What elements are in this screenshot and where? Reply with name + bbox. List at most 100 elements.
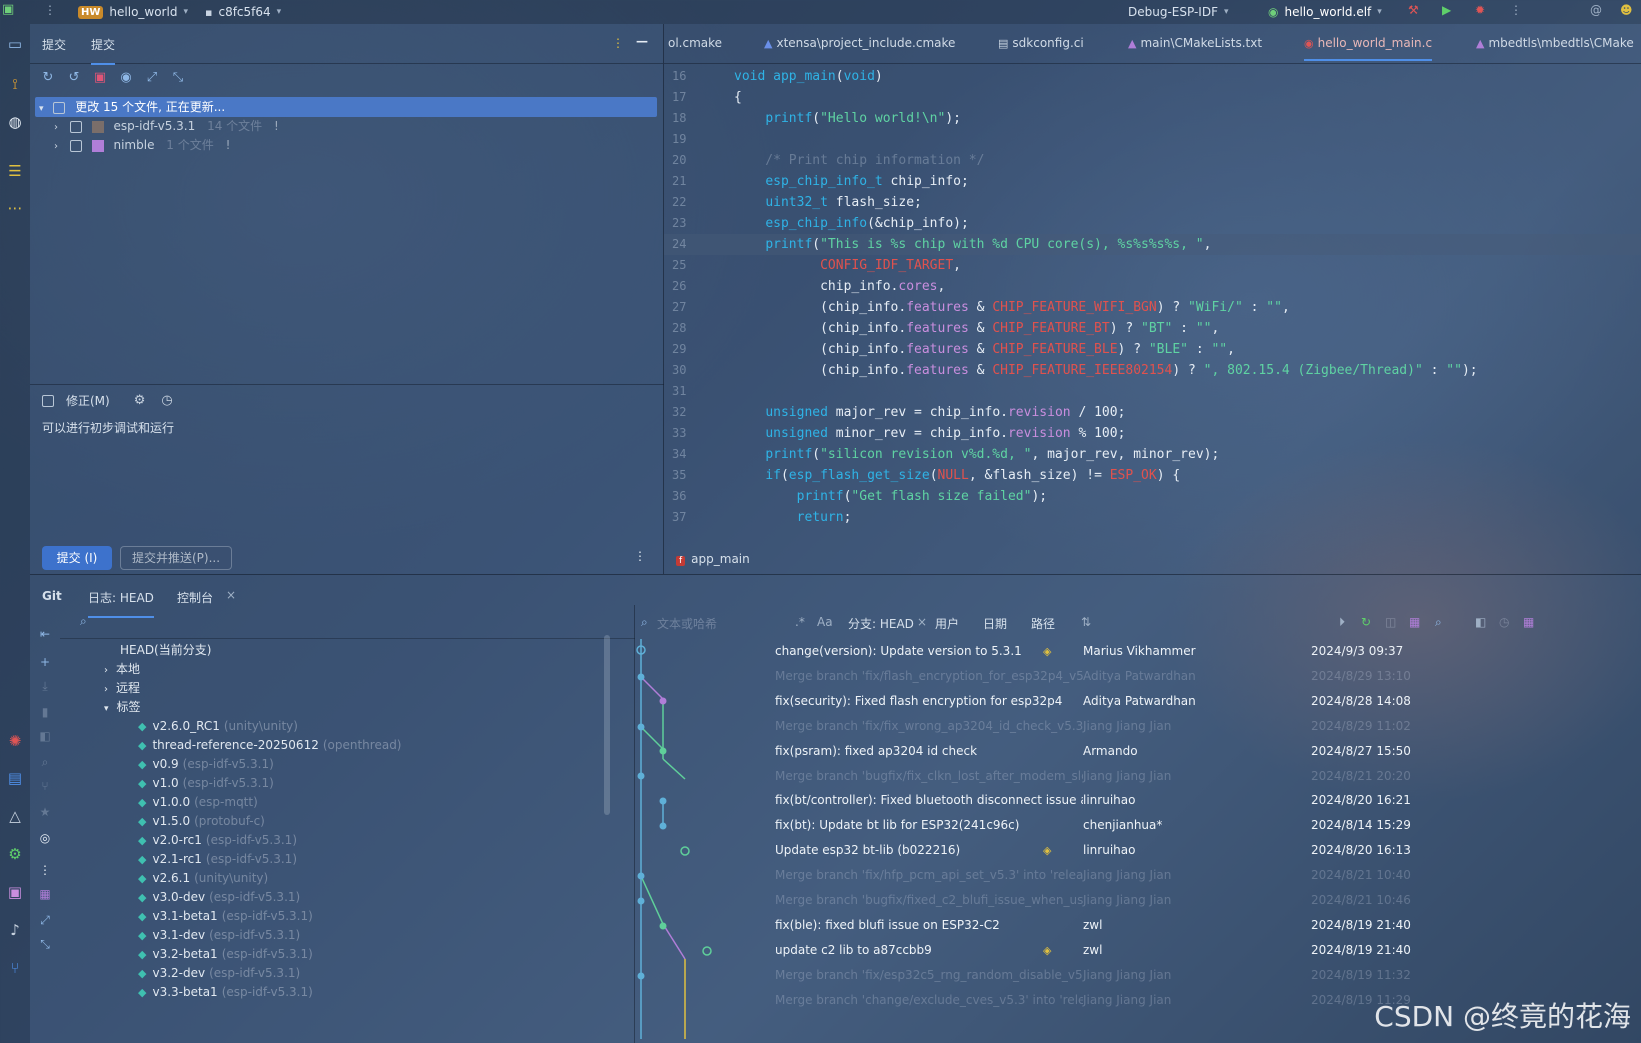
build-icon[interactable]: ⚒	[1408, 3, 1419, 17]
commit-row[interactable]: fix(bt): Update bt lib for ESP32(241c96c…	[635, 813, 1641, 838]
layout-icon[interactable]: ▦	[1523, 615, 1534, 629]
more-options-icon[interactable]: ⋮	[634, 549, 646, 563]
tab-commit-1[interactable]: 提交	[42, 36, 66, 53]
tree-group-remote[interactable]: › 远程	[104, 679, 140, 698]
delete-icon[interactable]: ▮	[30, 705, 60, 719]
commit-tool-icon[interactable]: ⟟	[0, 72, 30, 96]
search-icon[interactable]: ⌕	[30, 755, 60, 770]
add-icon[interactable]: +	[30, 655, 60, 669]
project-selector[interactable]: HW hello_world ▾	[78, 0, 188, 24]
collapse-icon[interactable]: ⤡	[170, 70, 186, 85]
close-icon[interactable]: ×	[226, 588, 236, 602]
search-icon[interactable]: ⌕	[1435, 615, 1442, 630]
more-icon[interactable]: ⋮	[1510, 3, 1522, 17]
item-checkbox[interactable]	[69, 139, 82, 152]
commit-row[interactable]: fix(psram): fixed ap3204 id check Armando…	[635, 739, 1641, 764]
compare-icon[interactable]: ◫	[1385, 615, 1396, 629]
tag-item[interactable]: ◆ v2.6.1 (unity\unity)	[138, 869, 268, 888]
list-item[interactable]: › nimble 1 个文件 !	[54, 135, 230, 155]
target-icon[interactable]: ◎	[30, 831, 60, 845]
code-line[interactable]: 36 printf("Get flash size failed");	[664, 486, 1641, 507]
commit-button[interactable]: 提交 (I)	[42, 546, 112, 570]
chat-icon[interactable]: ▤	[0, 766, 30, 790]
code-line[interactable]: 23 esp_chip_info(&chip_info);	[664, 213, 1641, 234]
tab-mbedtls[interactable]: ▲ mbedtls\mbedtls\CMake	[1476, 36, 1634, 50]
spiral-icon[interactable]: @	[1590, 3, 1602, 17]
code-line[interactable]: 28 (chip_info.features & CHIP_FEATURE_BT…	[664, 318, 1641, 339]
code-line[interactable]: 18 printf("Hello world!\n");	[664, 108, 1641, 129]
commit-row[interactable]: update c2 lib to a87ccbb9 ◈ zwl 2024/8/19 2…	[635, 938, 1641, 963]
code-line[interactable]: 33 unsigned minor_rev = chip_info.revisi…	[664, 423, 1641, 444]
scrollbar[interactable]	[604, 635, 610, 815]
commit-push-button[interactable]: 提交并推送(P)...	[120, 546, 232, 570]
shelve-icon[interactable]: ▣	[92, 70, 108, 85]
match-case-toggle[interactable]: Aa	[817, 615, 833, 629]
commit-row[interactable]: Merge branch 'bugfix/fixed_c2_blufi_issu…	[635, 888, 1641, 913]
collapse-icon[interactable]: ⤡	[30, 937, 60, 952]
tab-console[interactable]: 控制台	[177, 589, 213, 606]
regex-icon[interactable]: .*	[795, 615, 805, 629]
code-line[interactable]: 19	[664, 129, 1641, 150]
code-line[interactable]: 27 (chip_info.features & CHIP_FEATURE_WI…	[664, 297, 1641, 318]
refresh-icon[interactable]: ↻	[40, 70, 56, 85]
user-icon[interactable]: ☻	[1620, 3, 1633, 17]
tag-item[interactable]: ◆ thread-reference-20250612 (openthread)	[138, 736, 402, 755]
grid-icon[interactable]: ▦	[30, 887, 60, 901]
more-tools-icon[interactable]: ⋯	[0, 196, 30, 220]
tab-hello-world-main[interactable]: ◉ hello_world_main.c	[1304, 36, 1433, 61]
tag-item[interactable]: ◆ v1.0.0 (esp-mqtt)	[138, 793, 258, 812]
code-line[interactable]: 29 (chip_info.features & CHIP_FEATURE_BL…	[664, 339, 1641, 360]
tag-item[interactable]: ◆ v3.0-dev (esp-idf-v5.3.1)	[138, 888, 300, 907]
git-branch-icon[interactable]: ⑂	[0, 956, 30, 980]
log-search-input[interactable]: 文本或哈希	[657, 615, 717, 632]
branch-search[interactable]: ⌕	[60, 605, 635, 639]
commit-row[interactable]: fix(security): Fixed flash encryption fo…	[635, 689, 1641, 714]
debug-icon[interactable]: ✹	[1475, 3, 1485, 17]
code-line[interactable]: 24 printf("This is %s chip with %d CPU c…	[664, 234, 1641, 255]
tab-git[interactable]: Git	[42, 589, 62, 603]
tree-group-tags[interactable]: ▾ 标签	[104, 698, 141, 717]
code-line[interactable]: 32 unsigned major_rev = chip_info.revisi…	[664, 402, 1641, 423]
branch-icon[interactable]: ⑂	[30, 779, 60, 793]
tag-item[interactable]: ◆ v1.0 (esp-idf-v5.3.1)	[138, 774, 274, 793]
commit-row[interactable]: fix(bt/controller): Fixed bluetooth disc…	[635, 788, 1641, 813]
tab-commit-2[interactable]: 提交	[91, 36, 116, 65]
details-icon[interactable]: ◧	[1475, 615, 1486, 629]
changes-checkbox[interactable]	[53, 101, 66, 114]
tag-item[interactable]: ◆ v2.1-rc1 (esp-idf-v5.3.1)	[138, 850, 297, 869]
expand-icon[interactable]: ⤢	[144, 70, 160, 85]
changes-row[interactable]: ▾ 更改 15 个文件, 正在更新...	[35, 97, 657, 117]
code-line[interactable]: 34 printf("silicon revision v%d.%d, ", m…	[664, 444, 1641, 465]
commit-message-input[interactable]: 可以进行初步调试和运行	[42, 419, 652, 549]
commit-row[interactable]: Update esp32 bt-lib (b022216) ◈ linruihao 2…	[635, 838, 1641, 863]
commit-row[interactable]: Merge branch 'fix/fix_wrong_ap3204_id_ch…	[635, 714, 1641, 739]
code-line[interactable]: 17 {	[664, 87, 1641, 108]
tab-cmakelists[interactable]: ▲ main\CMakeLists.txt	[1128, 36, 1262, 50]
filter-user[interactable]: 用户	[935, 615, 959, 632]
tab-cmake-2[interactable]: ▲ xtensa\project_include.cmake	[764, 36, 955, 50]
commit-row[interactable]: Merge branch 'bugfix/fix_clkn_lost_after…	[635, 764, 1641, 789]
settings-icon[interactable]: ⚙	[0, 842, 30, 866]
commit-row[interactable]: change(version): Update version to 5.3.1…	[635, 639, 1641, 664]
commit-row[interactable]: Merge branch 'fix/flash_encryption_for_e…	[635, 664, 1641, 689]
tag-item[interactable]: ◆ v3.1-beta1 (esp-idf-v5.3.1)	[138, 907, 313, 926]
run-icon[interactable]: ▶	[1442, 3, 1451, 17]
more-icon[interactable]: ⋮	[30, 863, 60, 877]
terminal-icon[interactable]: ▣	[0, 880, 30, 904]
rollback-icon[interactable]: ↺	[66, 70, 82, 85]
tree-head[interactable]: HEAD(当前分支)	[120, 641, 211, 660]
expand-icon[interactable]: ⤢	[30, 913, 60, 928]
item-checkbox[interactable]	[69, 120, 82, 133]
tab-sdkconfig[interactable]: ▤ sdkconfig.ci	[998, 36, 1084, 50]
build-config-selector[interactable]: Debug-ESP-IDF ▾	[1128, 0, 1229, 24]
history-icon[interactable]: ◷	[161, 393, 172, 408]
code-line[interactable]: 30 (chip_info.features & CHIP_FEATURE_IE…	[664, 360, 1641, 381]
commit-row[interactable]: Merge branch 'fix/esp32c5_rng_random_dis…	[635, 963, 1641, 988]
history-icon[interactable]: ◷	[1499, 615, 1509, 629]
warning-icon[interactable]: △	[0, 804, 30, 828]
tab-cmake-1[interactable]: ol.cmake	[668, 36, 722, 50]
code-line[interactable]: 35 if(esp_flash_get_size(NULL, &flash_si…	[664, 465, 1641, 486]
branch-selector[interactable]: ▪ c8fc5f64 ▾	[205, 0, 281, 24]
structure-icon[interactable]: ☰	[0, 159, 30, 183]
tag-item[interactable]: ◆ v2.0-rc1 (esp-idf-v5.3.1)	[138, 831, 297, 850]
